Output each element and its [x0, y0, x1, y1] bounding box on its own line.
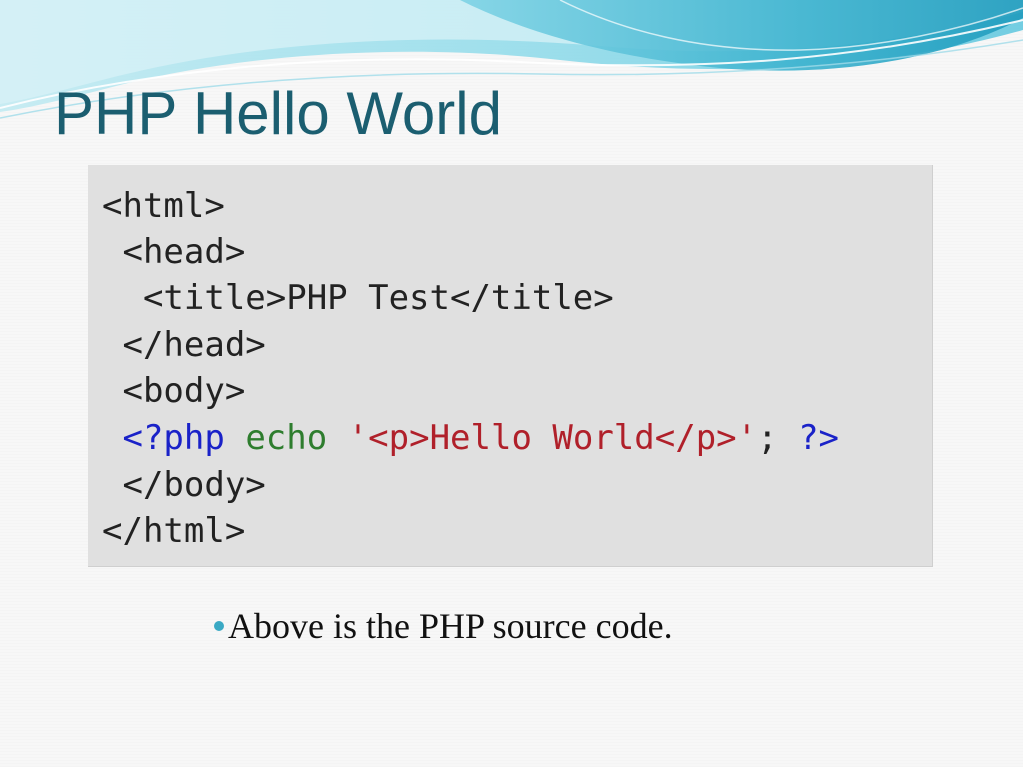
slide: PHP Hello World <html> <head> <title>PHP… — [0, 0, 1023, 767]
php-space-3 — [778, 418, 798, 458]
code-line-php: <?php echo '<p>Hello World</p>'; ?> — [102, 415, 839, 461]
php-open-tag: <?php — [122, 418, 225, 458]
php-space-2 — [327, 418, 347, 458]
php-space-1 — [225, 418, 245, 458]
code-block: <html> <head> <title>PHP Test</title> </… — [88, 165, 933, 567]
code-line-7: </body> — [102, 465, 266, 505]
code-line-1: <html> — [102, 186, 225, 226]
bullet-item: Above is the PHP source code. — [214, 603, 673, 649]
code-line-2: <head> — [102, 232, 246, 272]
bullet-text: Above is the PHP source code. — [228, 606, 673, 646]
bullet-dot-icon — [214, 621, 224, 632]
php-close-tag: ?> — [798, 418, 840, 458]
slide-title: PHP Hello World — [54, 80, 502, 147]
php-string-literal: '<p>Hello World</p>' — [347, 418, 758, 458]
code-line-8: </html> — [102, 511, 246, 551]
code-line-5: <body> — [102, 371, 246, 411]
code-line-3: <title>PHP Test</title> — [102, 278, 614, 318]
php-indent — [102, 418, 122, 458]
code-line-4: </head> — [102, 325, 266, 365]
php-semicolon: ; — [757, 418, 778, 458]
php-echo-keyword: echo — [245, 418, 328, 458]
